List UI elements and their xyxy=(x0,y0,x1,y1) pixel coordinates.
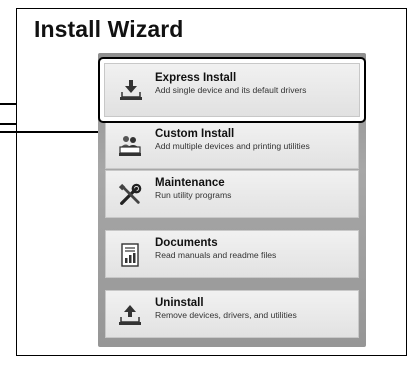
menu-item-label: Express Install xyxy=(155,72,237,84)
menu-item-maintenance[interactable]: Maintenance Run utility programs xyxy=(105,170,359,218)
menu-item-description: Run utility programs xyxy=(155,190,232,200)
callout-line xyxy=(0,103,16,105)
window-title: Install Wizard xyxy=(34,16,184,42)
menu-item-custom-install[interactable]: Custom Install Add multiple devices and … xyxy=(105,121,359,169)
menu-item-label: Custom Install xyxy=(155,128,235,140)
menu-item-documents[interactable]: Documents Read manuals and readme files xyxy=(105,230,359,278)
download-tray-icon xyxy=(119,78,143,102)
menu-item-label: Maintenance xyxy=(155,177,225,189)
selected-highlight: Express Install Add single device and it… xyxy=(98,57,366,123)
menu-item-description: Read manuals and readme files xyxy=(155,250,277,260)
upload-tray-icon xyxy=(118,303,142,327)
people-tray-icon xyxy=(118,134,142,158)
wrench-screwdriver-icon xyxy=(118,183,142,207)
menu-item-description: Remove devices, drivers, and utilities xyxy=(155,310,297,320)
menu-item-description: Add multiple devices and printing utilit… xyxy=(155,141,310,151)
callout-line xyxy=(0,131,98,133)
menu-item-uninstall[interactable]: Uninstall Remove devices, drivers, and u… xyxy=(105,290,359,338)
callout-line xyxy=(0,123,16,125)
menu-item-label: Uninstall xyxy=(155,297,204,309)
menu-item-express-install[interactable]: Express Install Add single device and it… xyxy=(104,63,360,117)
document-chart-icon xyxy=(118,243,142,267)
menu-item-label: Documents xyxy=(155,237,218,249)
menu-item-description: Add single device and its default driver… xyxy=(155,85,307,95)
